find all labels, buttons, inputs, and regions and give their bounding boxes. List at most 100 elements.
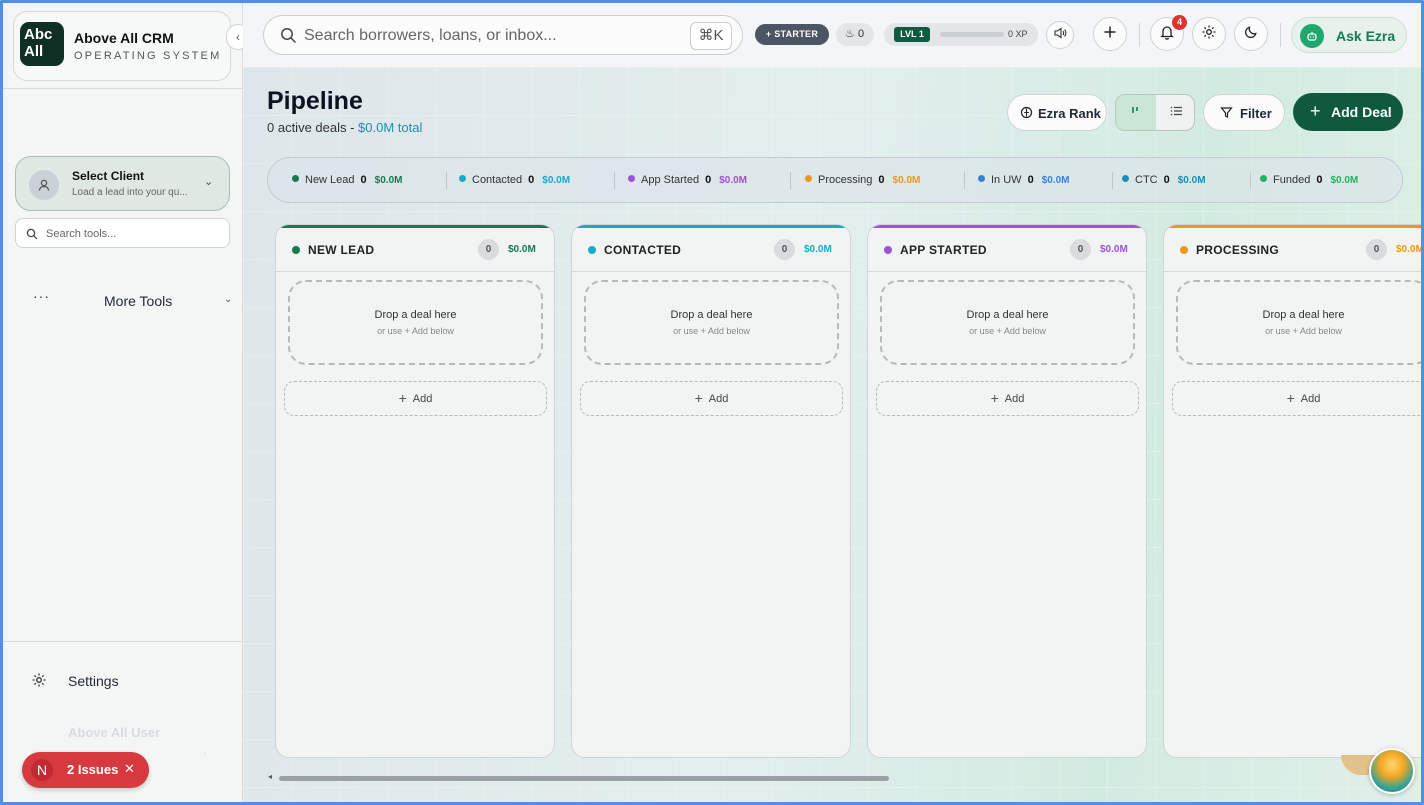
scroll-left-icon[interactable]: ◂ <box>268 772 272 781</box>
chevron-left-icon: ‹ <box>236 30 240 44</box>
plus-icon: + <box>694 390 703 406</box>
issues-label: 2 Issues <box>67 762 119 777</box>
stage-summary-item[interactable]: Funded 0 $0.0M <box>1260 174 1358 188</box>
assistant-avatar[interactable] <box>1369 748 1415 794</box>
view-toggle[interactable] <box>1115 94 1195 131</box>
sidebar-divider <box>3 88 242 89</box>
brand-logo: Abc All <box>20 22 64 66</box>
ezra-rank-button[interactable]: Ezra Rank <box>1007 94 1107 131</box>
add-deal-label: Add Deal <box>1331 104 1392 120</box>
stage-amount: $0.0M <box>542 175 571 186</box>
drop-zone-hint: or use + Add below <box>1265 326 1342 336</box>
column-header: NEW LEAD 0 $0.0M <box>276 228 554 272</box>
stage-count: 0 <box>1027 174 1034 186</box>
tool-search-input[interactable] <box>46 224 221 244</box>
streak-counter[interactable]: ♨ 0 <box>836 23 874 46</box>
add-deal-to-column-button[interactable]: + Add <box>876 381 1139 416</box>
stage-dot <box>1122 175 1129 182</box>
sound-button[interactable] <box>1046 21 1074 49</box>
issues-badge[interactable]: N 2 Issues ✕ <box>22 752 149 788</box>
column-count-badge: 0 <box>1366 239 1387 260</box>
add-deal-to-column-button[interactable]: + Add <box>580 381 843 416</box>
plan-badge[interactable]: + STARTER <box>755 24 829 45</box>
settings-label: Settings <box>68 673 119 689</box>
ask-ezra-button[interactable]: Ask Ezra <box>1291 17 1407 53</box>
global-search-input[interactable] <box>304 24 684 48</box>
column-header: APP STARTED 0 $0.0M <box>868 228 1146 272</box>
stage-count: 0 <box>1163 174 1170 186</box>
stage-dot <box>978 175 985 182</box>
pipeline-column: APP STARTED 0 $0.0M Drop a deal here or use … <box>867 224 1147 758</box>
shortcut-hint: ⌘K <box>690 22 732 50</box>
settings-button[interactable] <box>1192 17 1226 51</box>
horizontal-scrollbar[interactable] <box>279 776 889 781</box>
add-deal-to-column-button[interactable]: + Add <box>284 381 547 416</box>
moon-icon <box>1244 24 1259 44</box>
theme-toggle-button[interactable] <box>1234 17 1268 51</box>
column-amount: $0.0M <box>804 244 832 255</box>
stage-amount: $0.0M <box>374 175 403 186</box>
chevron-right-icon: › <box>203 748 207 759</box>
add-deal-button[interactable]: + Add Deal <box>1293 93 1403 131</box>
drop-zone[interactable]: Drop a deal here or use + Add below <box>584 280 839 365</box>
notifications-button[interactable]: 4 <box>1150 15 1187 51</box>
stage-name: Contacted <box>472 174 523 186</box>
stage-dot <box>628 175 635 182</box>
xp-text: 0 XP <box>1008 29 1028 39</box>
stage-amount: $0.0M <box>1330 175 1359 186</box>
header-divider <box>1139 23 1140 47</box>
stage-count: 0 <box>528 174 535 186</box>
drop-zone[interactable]: Drop a deal here or use + Add below <box>288 280 543 365</box>
stage-summary-item[interactable]: New Lead 0 $0.0M <box>292 174 402 188</box>
xp-progress[interactable]: LVL 1 0 XP <box>884 23 1038 46</box>
stage-name: App Started <box>641 174 700 186</box>
more-tools-toggle[interactable]: ··· More Tools ⌄ <box>27 288 239 312</box>
stage-summary-item[interactable]: In UW 0 $0.0M <box>978 174 1069 188</box>
stage-summary-item[interactable]: Contacted 0 $0.0M <box>459 174 570 188</box>
stage-amount: $0.0M <box>719 175 748 186</box>
column-title: CONTACTED <box>604 243 682 257</box>
notification-count-badge: 4 <box>1172 15 1187 30</box>
column-title: PROCESSING <box>1196 243 1280 257</box>
drop-zone[interactable]: Drop a deal here or use + Add below <box>1176 280 1421 365</box>
stage-name: New Lead <box>305 174 355 186</box>
stage-summary-item[interactable]: Processing 0 $0.0M <box>805 174 920 188</box>
user-name[interactable]: Above All User <box>68 725 160 740</box>
kanban-icon <box>1130 104 1142 122</box>
stage-separator <box>1112 172 1113 189</box>
brand-card[interactable]: Abc All Above All CRM OPERATING SYSTEM <box>13 11 231 81</box>
close-icon[interactable]: ✕ <box>124 761 135 777</box>
stage-count: 0 <box>1316 174 1323 186</box>
tool-search-field[interactable] <box>15 218 230 248</box>
stage-separator <box>614 172 615 189</box>
app-window: Abc All Above All CRM OPERATING SYSTEM ‹ … <box>0 0 1424 805</box>
sidebar-item-settings[interactable]: Settings <box>31 669 211 693</box>
pipeline-total: $0.0M total <box>358 120 423 135</box>
drop-zone-hint: or use + Add below <box>377 326 454 336</box>
active-deals-count: 0 active deals - <box>267 120 359 135</box>
select-client-dropdown[interactable]: Select Client Load a lead into your qu..… <box>15 156 230 211</box>
filter-button[interactable]: Filter <box>1203 94 1285 131</box>
column-title: NEW LEAD <box>308 243 375 257</box>
column-header: PROCESSING 0 $0.0M <box>1164 228 1421 272</box>
drop-zone[interactable]: Drop a deal here or use + Add below <box>880 280 1135 365</box>
column-amount: $0.0M <box>508 244 536 255</box>
stage-summary-item[interactable]: App Started 0 $0.0M <box>628 174 747 188</box>
stage-summary-item[interactable]: CTC 0 $0.0M <box>1122 174 1206 188</box>
quick-add-button[interactable] <box>1093 17 1127 51</box>
add-deal-to-column-button[interactable]: + Add <box>1172 381 1421 416</box>
stage-summary-bar: New Lead 0 $0.0M Contacted 0 $0.0M App Started… <box>267 157 1403 203</box>
header-divider <box>1280 23 1281 47</box>
column-count-badge: 0 <box>1070 239 1091 260</box>
drop-zone-hint: or use + Add below <box>969 326 1046 336</box>
global-search-field[interactable]: ⌘K <box>263 15 743 55</box>
kanban-view-button[interactable] <box>1116 95 1156 130</box>
sidebar-divider-bottom <box>3 641 242 642</box>
column-amount: $0.0M <box>1100 244 1128 255</box>
stage-name: Processing <box>818 174 873 186</box>
list-view-button[interactable] <box>1156 95 1194 130</box>
level-badge: LVL 1 <box>894 27 930 42</box>
stage-count: 0 <box>705 174 712 186</box>
main-content: Pipeline 0 active deals - $0.0M total Ez… <box>243 67 1421 802</box>
column-dot <box>588 246 596 254</box>
